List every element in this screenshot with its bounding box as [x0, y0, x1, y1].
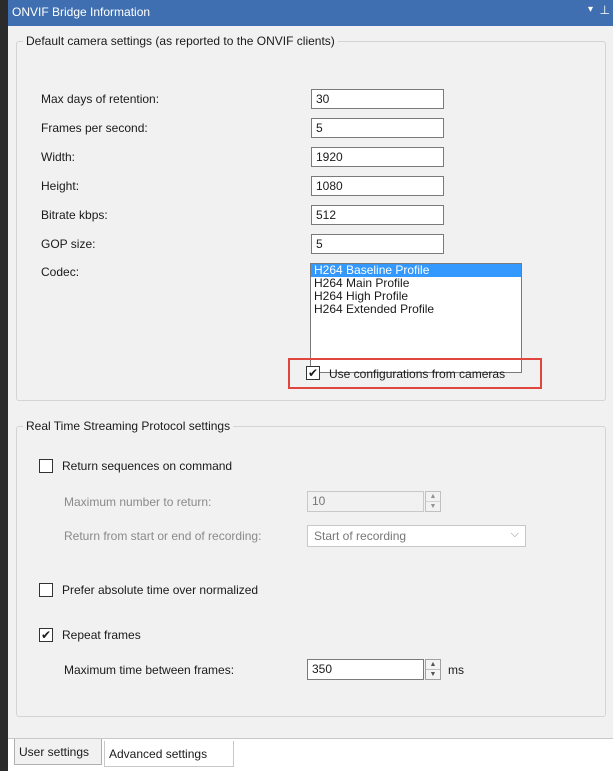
pin-icon[interactable]: ⊥ [600, 3, 610, 17]
spin-up-icon[interactable]: ▲ [426, 660, 440, 670]
max-time-input[interactable]: 350 [307, 659, 424, 680]
checkmark-icon: ✔ [40, 628, 52, 642]
width-input[interactable]: 1920 [311, 147, 444, 167]
repeat-frames-label: Repeat frames [62, 628, 141, 642]
spin-up-icon[interactable]: ▲ [426, 492, 440, 502]
prefer-absolute-checkbox[interactable] [39, 583, 53, 597]
max-number-input[interactable]: 10 [307, 491, 424, 512]
gop-label: GOP size: [41, 237, 96, 251]
panel-title: ONVIF Bridge Information [12, 5, 151, 19]
checkmark-icon: ✔ [307, 366, 319, 380]
spin-down-icon[interactable]: ▼ [426, 670, 440, 680]
chevron-down-icon: ⌵ [510, 528, 519, 540]
max-days-label: Max days of retention: [41, 92, 160, 106]
repeat-frames-checkbox[interactable]: ✔ [39, 628, 53, 642]
max-days-input[interactable]: 30 [311, 89, 444, 109]
bitrate-label: Bitrate kbps: [41, 208, 108, 222]
bitrate-input[interactable]: 512 [311, 205, 444, 225]
tab-user-settings[interactable]: User settings [14, 739, 102, 765]
spin-down-icon[interactable]: ▼ [426, 502, 440, 512]
return-from-value: Start of recording [314, 529, 407, 543]
return-from-label: Return from start or end of recording: [64, 529, 262, 543]
return-sequences-label: Return sequences on command [62, 459, 233, 473]
rtsp-settings-legend: Real Time Streaming Protocol settings [23, 419, 234, 433]
fps-input[interactable]: 5 [311, 118, 444, 138]
max-time-label: Maximum time between frames: [64, 663, 235, 677]
tab-advanced-settings[interactable]: Advanced settings [104, 741, 234, 767]
codec-label: Codec: [41, 265, 80, 279]
max-time-spinner[interactable]: ▲ ▼ [425, 659, 441, 680]
default-camera-settings-legend: Default camera settings (as reported to … [23, 34, 338, 48]
rtsp-settings-group: Real Time Streaming Protocol settings Re… [16, 419, 606, 717]
codec-option-extended[interactable]: H264 Extended Profile [311, 303, 521, 316]
prefer-absolute-label: Prefer absolute time over normalized [62, 583, 259, 597]
return-from-select[interactable]: Start of recording ⌵ [307, 525, 526, 547]
use-config-label: Use configurations from cameras [329, 367, 506, 381]
use-config-checkbox[interactable]: ✔ [306, 366, 320, 380]
gop-input[interactable]: 5 [311, 234, 444, 254]
max-number-spinner[interactable]: ▲ ▼ [425, 491, 441, 512]
default-camera-settings-group: Default camera settings (as reported to … [16, 34, 606, 401]
height-label: Height: [41, 179, 80, 193]
max-number-label: Maximum number to return: [64, 495, 212, 509]
fps-label: Frames per second: [41, 121, 148, 135]
dropdown-arrow-icon[interactable]: ▾ [588, 4, 593, 15]
return-sequences-checkbox[interactable] [39, 459, 53, 473]
window-frame-edge [0, 0, 8, 771]
height-input[interactable]: 1080 [311, 176, 444, 196]
max-time-unit: ms [448, 663, 464, 677]
codec-listbox[interactable]: H264 Baseline Profile H264 Main Profile … [310, 263, 522, 373]
panel-title-bar: ONVIF Bridge Information ▾ ⊥ [8, 0, 613, 26]
width-label: Width: [41, 150, 76, 164]
tab-strip: User settings Advanced settings [8, 738, 613, 772]
